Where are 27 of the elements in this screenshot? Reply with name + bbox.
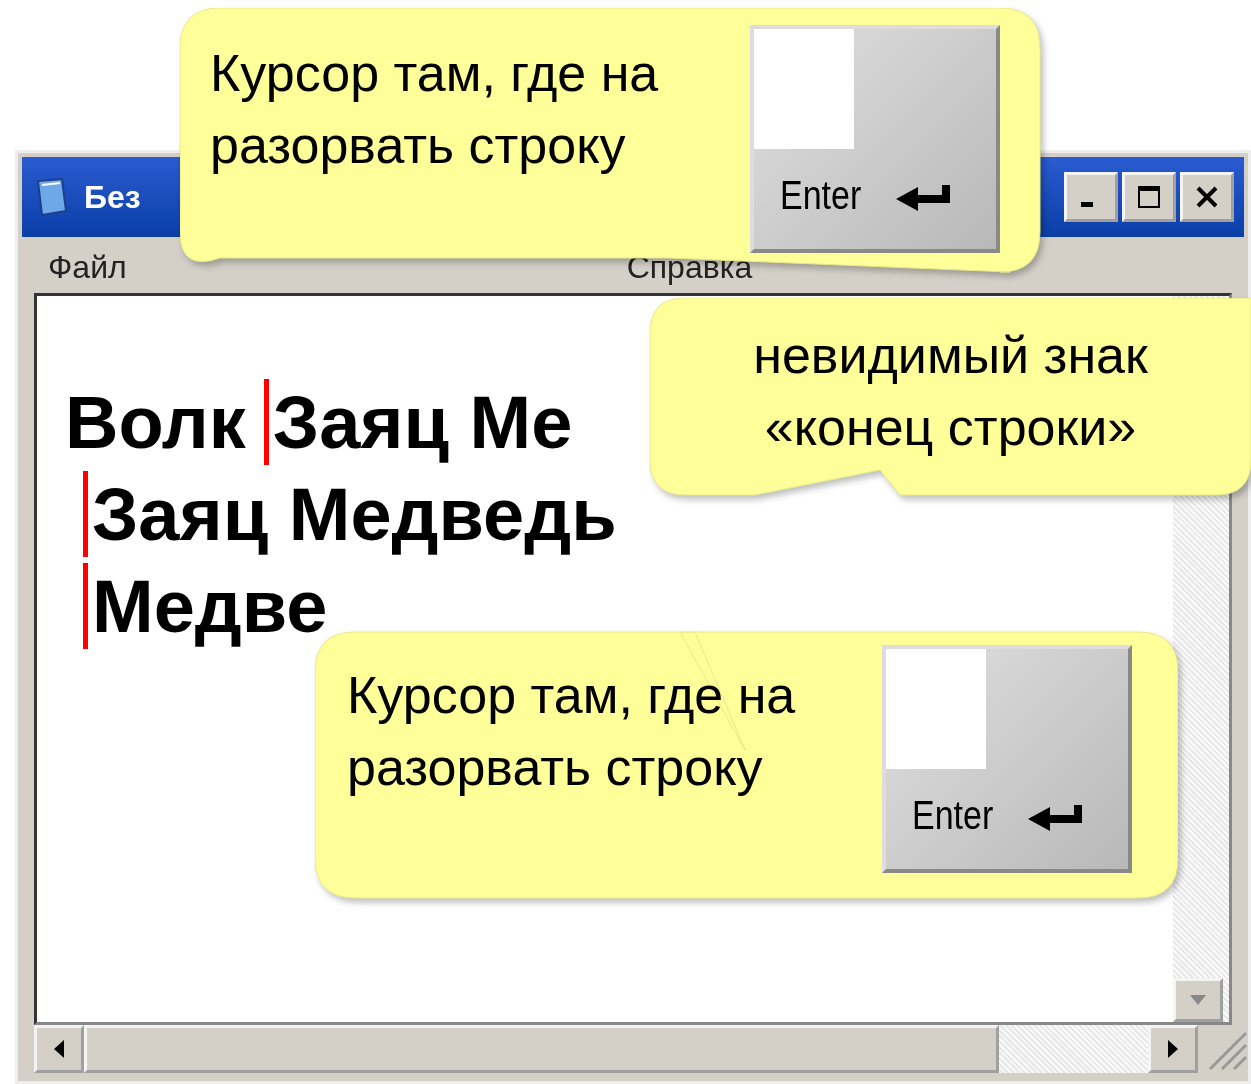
menu-item[interactable]: Файл	[48, 248, 127, 286]
minimize-icon	[1081, 201, 1093, 207]
text-line: Заяц Медведь	[92, 471, 617, 557]
right-arrow-icon	[1167, 1039, 1179, 1059]
callout-text: разорвать строку	[210, 114, 627, 176]
minimize-button[interactable]	[1064, 172, 1118, 222]
callout-text: Курсор там, где на	[210, 43, 659, 104]
maximize-icon	[1136, 184, 1162, 210]
text-line: Медве	[92, 563, 328, 649]
scroll-left-button[interactable]	[34, 1025, 84, 1073]
window-title: Без	[84, 178, 141, 216]
left-arrow-icon	[53, 1039, 65, 1059]
scroll-right-button[interactable]	[1148, 1025, 1198, 1073]
close-icon	[1194, 184, 1220, 210]
text-line: Волк	[65, 379, 246, 465]
key-label: Enter	[912, 793, 994, 838]
maximize-button[interactable]	[1122, 172, 1176, 222]
callout-text: «конец строки»	[764, 396, 1137, 458]
callout-text: разорвать строку	[347, 736, 764, 798]
callout-text: Курсор там, где на	[347, 665, 796, 726]
callout-text: невидимый знак	[753, 325, 1148, 386]
down-arrow-icon	[1188, 994, 1208, 1006]
key-label: Enter	[780, 173, 862, 218]
horizontal-scrollbar[interactable]	[34, 1025, 1198, 1073]
scroll-thumb[interactable]	[84, 1025, 999, 1073]
text-line: Заяц Ме	[272, 379, 573, 465]
close-button[interactable]	[1180, 172, 1234, 222]
